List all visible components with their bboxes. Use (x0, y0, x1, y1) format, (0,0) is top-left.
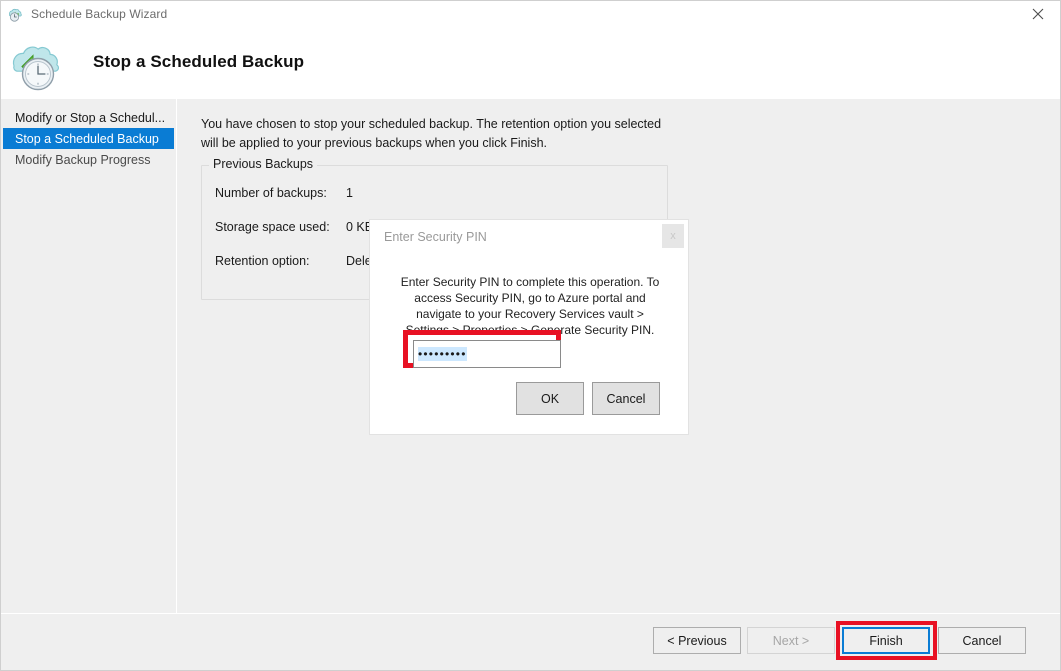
security-pin-value: ••••••••• (418, 347, 467, 361)
sidebar-item-stop-scheduled-backup[interactable]: Stop a Scheduled Backup (3, 128, 174, 149)
sidebar-item-label: Modify or Stop a Schedul... (15, 111, 165, 125)
titlebar: Schedule Backup Wizard (1, 1, 1060, 26)
window-title: Schedule Backup Wizard (31, 7, 167, 21)
close-icon[interactable] (1015, 1, 1060, 26)
table-row: Retention option: Delete (215, 254, 382, 268)
wizard-header: Stop a Scheduled Backup (1, 26, 1060, 98)
previous-button[interactable]: < Previous (653, 627, 741, 654)
row-label: Storage space used: (215, 220, 346, 234)
finish-button[interactable]: Finish (842, 627, 930, 654)
row-label: Number of backups: (215, 186, 346, 200)
enter-security-pin-window: Enter Security PIN x Enter Security PIN … (370, 220, 688, 434)
pin-dialog-title: Enter Security PIN (384, 230, 487, 244)
group-legend: Previous Backups (209, 157, 317, 171)
page-title: Stop a Scheduled Backup (93, 52, 304, 72)
cloud-clock-backup-icon (9, 33, 71, 91)
row-value: 1 (346, 186, 353, 200)
schedule-backup-wizard-icon (8, 6, 24, 22)
sidebar-item-modify-or-stop[interactable]: Modify or Stop a Schedul... (1, 107, 176, 128)
row-label: Retention option: (215, 254, 346, 268)
intro-text: You have chosen to stop your scheduled b… (201, 115, 671, 153)
cancel-button[interactable]: Cancel (592, 382, 660, 415)
pin-instructions: Enter Security PIN to complete this oper… (382, 274, 678, 338)
table-row: Storage space used: 0 KB (215, 220, 373, 234)
ok-button[interactable]: OK (516, 382, 584, 415)
next-button: Next > (747, 627, 835, 654)
pin-dialog-titlebar: Enter Security PIN x (370, 220, 688, 254)
wizard-footer: < Previous Next > Finish Cancel (1, 613, 1060, 670)
sidebar-item-modify-backup-progress[interactable]: Modify Backup Progress (1, 149, 176, 170)
pin-dialog-body: Enter Security PIN to complete this oper… (382, 262, 678, 428)
pin-input-highlight-annotation: ••••••••• (403, 330, 561, 368)
close-icon[interactable]: x (662, 224, 684, 248)
sidebar-item-label: Modify Backup Progress (15, 153, 150, 167)
wizard-steps-sidebar: Modify or Stop a Schedul... Stop a Sched… (1, 99, 177, 613)
cancel-button[interactable]: Cancel (938, 627, 1026, 654)
security-pin-input[interactable]: ••••••••• (413, 340, 561, 368)
sidebar-item-label: Stop a Scheduled Backup (15, 132, 159, 146)
table-row: Number of backups: 1 (215, 186, 353, 200)
